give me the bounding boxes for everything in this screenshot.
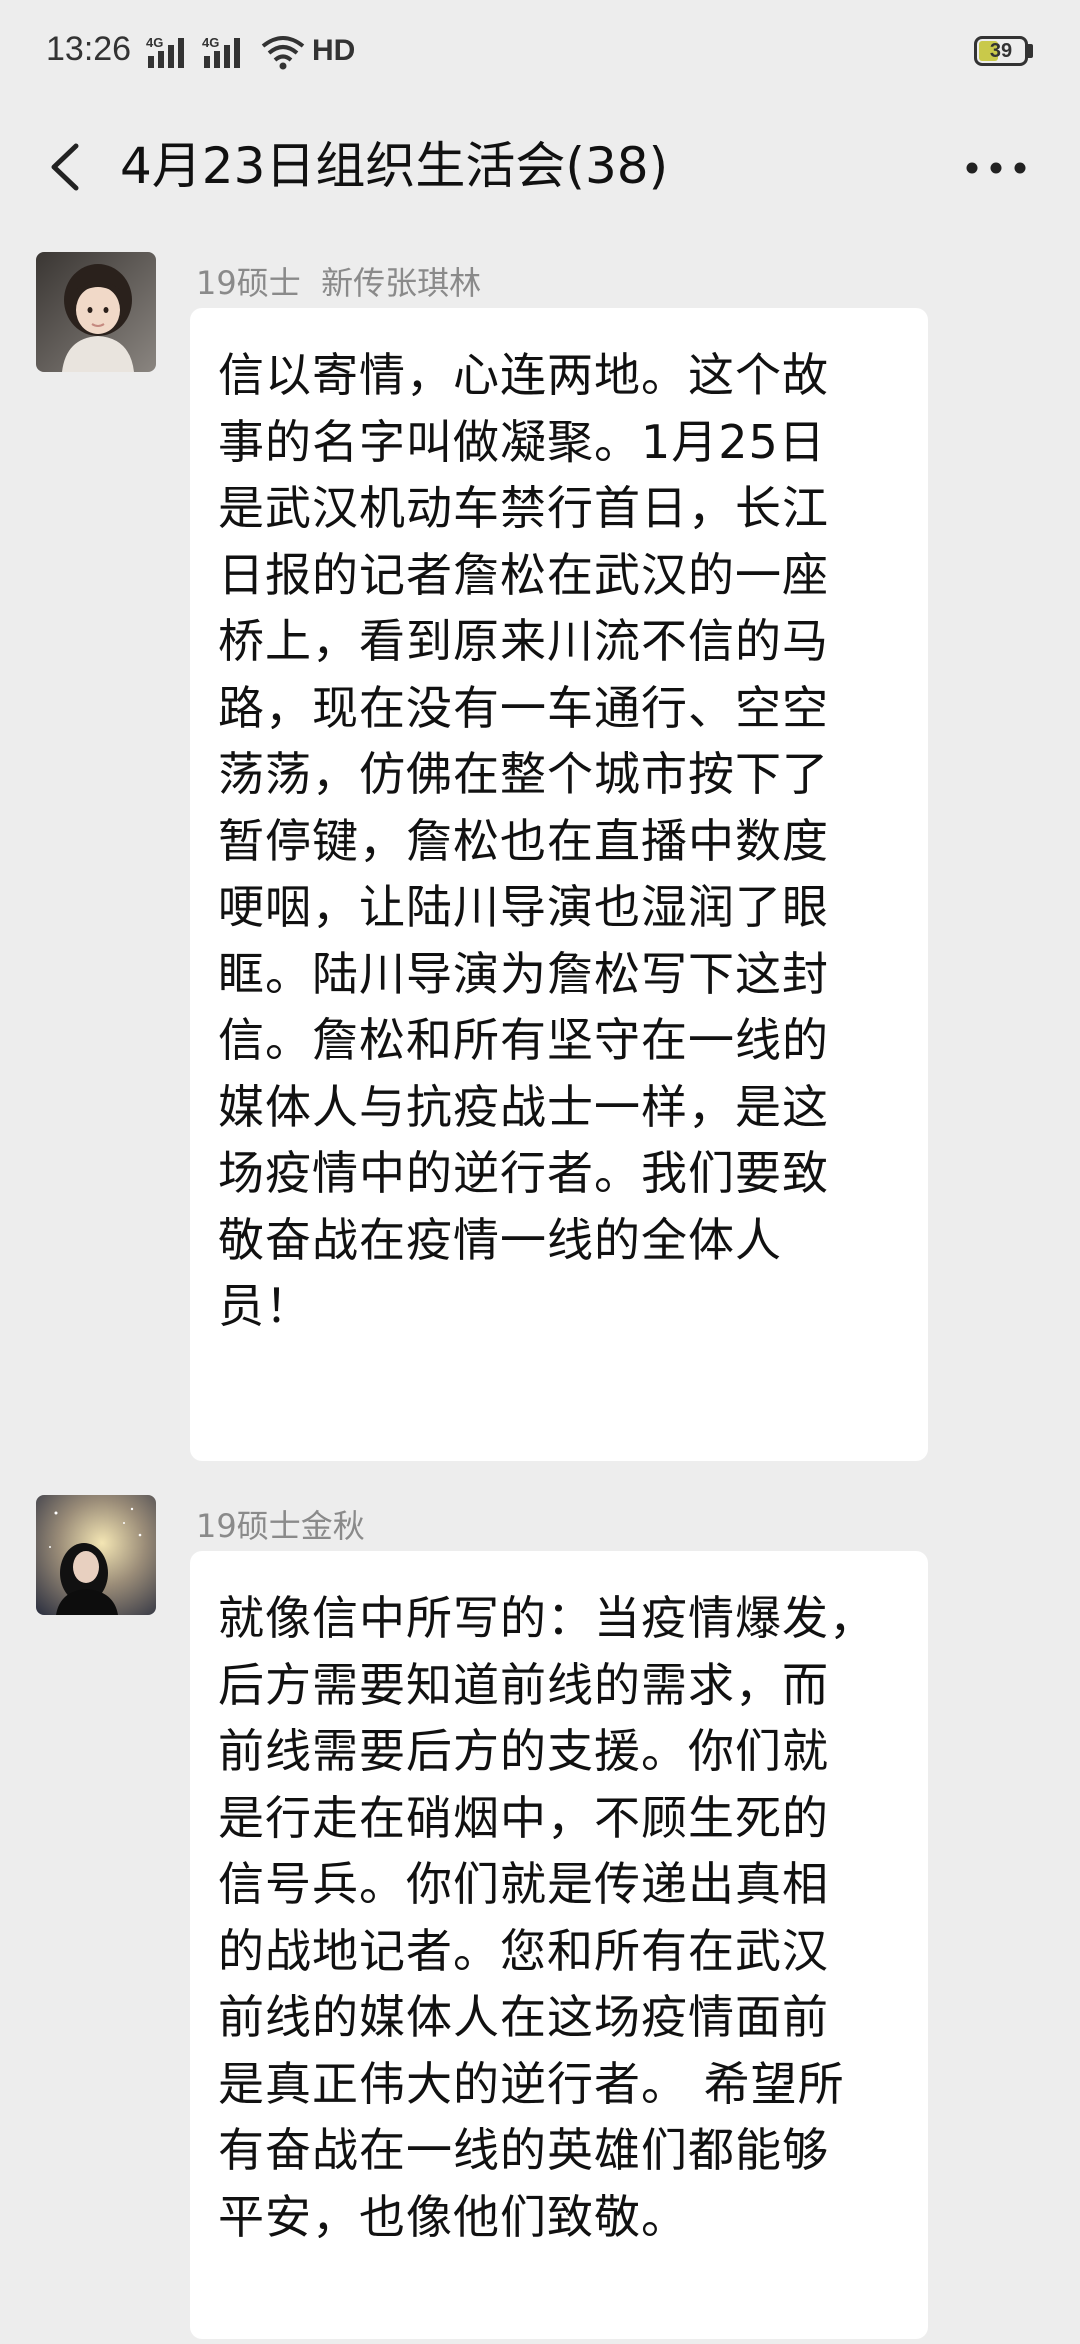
status-bar: 13:26 4G 4G HD 39 xyxy=(0,0,1080,110)
network-type-2: 4G xyxy=(202,35,219,50)
battery-icon: 39 xyxy=(974,36,1028,66)
message-line: 后方需要知道前线的需求，而 xyxy=(218,1657,829,1712)
avatar-image-child xyxy=(36,1495,156,1615)
message-line: 桥上，看到原来川流不信的马 xyxy=(218,614,829,668)
message-line: 事的名字叫做凝聚。1月25日 xyxy=(218,414,826,469)
message-line: 前线需要后方的支援。你们就 xyxy=(218,1724,829,1778)
message-line: 是真正伟大的逆行者。 希望所 xyxy=(218,2056,845,2111)
message-line: 信。詹松和所有坚守在一线的 xyxy=(218,1013,829,1067)
battery-tip xyxy=(1028,44,1033,58)
message-line: 就像信中所写的：当疫情爆发， xyxy=(218,1591,876,1645)
network-type-1: 4G xyxy=(146,35,163,50)
battery-percent: 39 xyxy=(989,40,1013,62)
message-bubble[interactable]: 就像信中所写的：当疫情爆发， 后方需要知道前线的需求，而 前线需要后方的支援。你… xyxy=(190,1551,928,2339)
message-line: 眶。陆川导演为詹松写下这封 xyxy=(218,946,829,1001)
avatar[interactable] xyxy=(36,252,156,372)
message-line: 哽咽，让陆川导演也湿润了眼 xyxy=(218,880,829,934)
chevron-left-icon[interactable] xyxy=(40,132,100,202)
chat-title: 4月23日组织生活会(38) xyxy=(120,137,669,195)
message-line: 媒体人与抗疫战士一样，是这 xyxy=(218,1079,829,1134)
wifi-icon xyxy=(261,36,305,70)
signal-icon-2: 4G xyxy=(202,35,240,68)
message-line: 敬奋战在疫情一线的全体人 xyxy=(218,1212,782,1267)
message-line: 场疫情中的逆行者。我们要致 xyxy=(218,1146,829,1200)
message-line: 有奋战在一线的英雄们都能够 xyxy=(218,2123,829,2177)
message-line: 信号兵。你们就是传递出真相 xyxy=(218,1857,829,1911)
message-line: 信以寄情，心连两地。这个故 xyxy=(218,348,829,402)
hd-indicator: HD xyxy=(312,34,356,67)
message-line: 是行走在硝烟中，不顾生死的 xyxy=(218,1790,829,1845)
message-line: 是武汉机动车禁行首日，长江 xyxy=(218,481,829,535)
message-bubble[interactable]: 信以寄情，心连两地。这个故 事的名字叫做凝聚。1月25日 是武汉机动车禁行首日，… xyxy=(190,308,928,1461)
chat-header: 4月23日组织生活会(38) xyxy=(0,110,1080,240)
avatar[interactable] xyxy=(36,1495,156,1615)
message-line: 的战地记者。您和所有在武汉 xyxy=(218,1923,829,1978)
more-dots-icon[interactable] xyxy=(960,138,1032,198)
message-line: 前线的媒体人在这场疫情面前 xyxy=(218,1990,829,2044)
message-line: 平安，也像他们致敬。 xyxy=(218,2189,688,2244)
message-line: 日报的记者詹松在武汉的一座 xyxy=(218,547,829,602)
message-line: 员！ xyxy=(218,1279,312,1333)
sender-name: 19硕士金秋 xyxy=(196,1507,365,1545)
avatar-image-child xyxy=(36,252,156,372)
message-line: 路，现在没有一车通行、空空 xyxy=(218,680,829,735)
sender-name: 19硕士 新传张琪林 xyxy=(196,264,482,302)
status-time: 13:26 xyxy=(46,30,132,68)
message-line: 暂停键，詹松也在直播中数度 xyxy=(218,813,829,868)
message-line: 荡荡，仿佛在整个城市按下了 xyxy=(218,747,829,801)
